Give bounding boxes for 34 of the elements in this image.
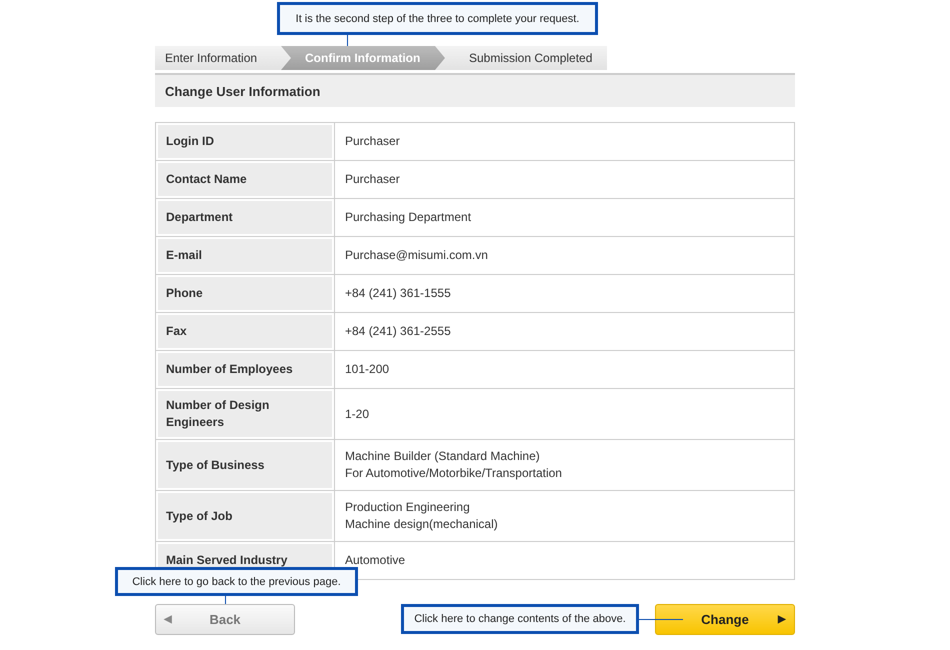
- field-value: Purchase@misumi.com.vn: [334, 236, 794, 274]
- forward-arrow-icon: ▶: [778, 613, 786, 625]
- field-label: Phone: [156, 274, 334, 312]
- field-value: +84 (241) 361-1555: [334, 274, 794, 312]
- field-label: Number of Design Engineers: [156, 388, 334, 440]
- field-label: Contact Name: [156, 160, 334, 198]
- field-value: Purchaser: [334, 160, 794, 198]
- field-label: Type of Business: [156, 440, 334, 490]
- field-label: Number of Employees: [156, 350, 334, 388]
- field-value: Machine Builder (Standard Machine) For Automotive/Motorbike/Transportation: [334, 440, 794, 490]
- step-tooltip: It is the second step of the three to complete your request.: [277, 2, 598, 35]
- back-arrow-icon: ◀: [164, 613, 172, 625]
- field-value: 1-20: [334, 388, 794, 440]
- progress-step: Enter Information: [155, 46, 281, 70]
- field-value: 101-200: [334, 350, 794, 388]
- field-value: Purchaser: [334, 122, 794, 160]
- back-button[interactable]: ◀ Back: [155, 604, 295, 635]
- field-label: Department: [156, 198, 334, 236]
- change-hint-tooltip: Click here to change contents of the above.: [401, 604, 639, 634]
- field-label: E-mail: [156, 236, 334, 274]
- change-button[interactable]: Change ▶: [655, 604, 795, 635]
- field-label: Type of Job: [156, 490, 334, 542]
- field-value: Production Engineering Machine design(mechanical): [334, 490, 794, 542]
- progress-step: Confirm Information: [281, 46, 445, 70]
- field-label: Login ID: [156, 122, 334, 160]
- field-label: Fax: [156, 312, 334, 350]
- field-value: Purchasing Department: [334, 198, 794, 236]
- section-title: Change User Information: [165, 84, 320, 98]
- progress-step: Submission Completed: [445, 46, 604, 70]
- leader-line: [347, 35, 348, 46]
- field-value: +84 (241) 361-2555: [334, 312, 794, 350]
- back-hint-tooltip: Click here to go back to the previous page.: [115, 567, 358, 596]
- leader-line: [639, 619, 683, 620]
- leader-line: [225, 596, 226, 604]
